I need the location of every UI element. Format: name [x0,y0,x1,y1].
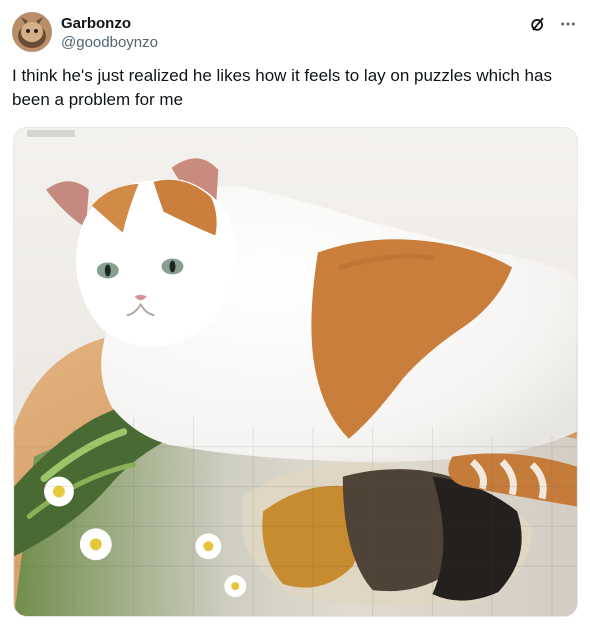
tweet-text: I think he's just realized he likes how … [12,66,552,109]
author-display-name[interactable]: Garbonzo [61,14,158,33]
more-icon[interactable] [558,14,578,34]
tweet-actions [528,14,578,34]
author-names: Garbonzo @goodboynzo [61,14,158,53]
grok-icon[interactable] [528,14,548,34]
tweet-header: Garbonzo @goodboynzo [12,12,578,56]
author-handle[interactable]: @goodboynzo [61,33,158,53]
tweet-photo[interactable] [13,127,578,617]
avatar[interactable] [12,12,52,52]
